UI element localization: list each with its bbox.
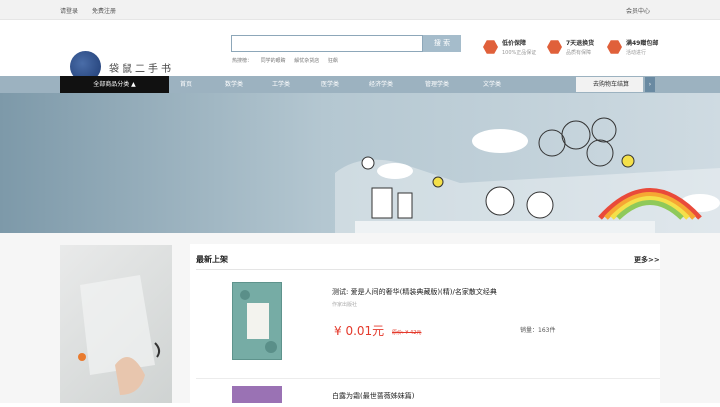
search-button[interactable]: 搜 索: [423, 35, 461, 52]
divider: [196, 378, 660, 379]
top-bar: 请登录 免费注册 会员中心: [0, 0, 720, 20]
promo-shipping: 满49赠包邮 活动进行: [607, 38, 658, 56]
nav-literature[interactable]: 文学类: [483, 76, 501, 93]
side-promo-image[interactable]: [60, 245, 172, 403]
side-promo-illustration: [78, 275, 161, 395]
register-link[interactable]: 免费注册: [92, 8, 116, 15]
main-nav: 全部商品分类 ▲ 首页 数学类 工学类 医学类 经济学类 管理学类 文学类 去购…: [0, 76, 720, 93]
product-title[interactable]: 白露为霜(最世蔷薇姊妹篇): [332, 391, 414, 401]
promo-desc: 活动进行: [626, 50, 647, 56]
return-icon: [547, 40, 562, 54]
caret-up-icon: ▲: [131, 81, 136, 88]
nav-economics[interactable]: 经济学类: [369, 76, 393, 93]
hot-search-item[interactable]: 解忧杂货店: [294, 58, 319, 64]
product-image[interactable]: [232, 282, 282, 360]
nav-home[interactable]: 首页: [180, 76, 192, 93]
all-categories-button[interactable]: 全部商品分类 ▲: [60, 76, 169, 93]
promo-title: 低价保障: [502, 40, 527, 47]
promo-desc: 100%正品保证: [502, 50, 537, 56]
divider: [196, 269, 660, 270]
banner-illustration: [335, 117, 720, 233]
promo-low-price: 低价保障 100%正品保证: [483, 38, 536, 56]
login-link[interactable]: 请登录: [60, 8, 78, 15]
product-price: ¥ 0.01元: [334, 324, 385, 338]
member-center-link[interactable]: 会员中心: [626, 6, 650, 15]
hot-search-item[interactable]: 狂飙: [328, 58, 338, 64]
shield-icon: [483, 40, 498, 54]
hot-search: 热搜榜： 同学的眼睛 解忧杂货店 狂飙: [232, 57, 345, 64]
hot-search-item[interactable]: 同学的眼睛: [261, 58, 286, 64]
section-title: 最新上架: [196, 255, 228, 264]
more-link[interactable]: 更多>>: [634, 255, 660, 265]
hot-search-label: 热搜榜：: [232, 58, 253, 64]
logo-text[interactable]: 袋鼠二手书: [109, 60, 174, 75]
product-title[interactable]: 测试: 爱是人间的奢华(精装典藏版)(精)/名家散文经典: [332, 287, 497, 297]
search-input[interactable]: [231, 35, 423, 52]
promo-return: 7天退换货 品质有保障: [547, 38, 594, 56]
product-publisher: 作家出版社: [332, 302, 358, 308]
product-image[interactable]: [232, 386, 282, 403]
promo-desc: 品质有保障: [566, 50, 592, 56]
book-cover-illustration: [240, 290, 277, 353]
all-categories-label: 全部商品分类: [93, 81, 130, 88]
nav-engineering[interactable]: 工学类: [272, 76, 290, 93]
product-old-price: 原价: ¥ 42元: [392, 330, 422, 336]
promo-title: 7天退换货: [566, 40, 595, 47]
nav-medicine[interactable]: 医学类: [321, 76, 339, 93]
chevron-right-icon[interactable]: ›: [645, 77, 655, 92]
cart-button[interactable]: 去购物车结算: [576, 77, 643, 92]
nav-math[interactable]: 数学类: [225, 76, 243, 93]
promo-title: 满49赠包邮: [626, 40, 659, 47]
product-sales: 销量：163件: [520, 327, 556, 334]
shipping-icon: [607, 40, 622, 54]
banner[interactable]: [0, 93, 720, 233]
nav-management[interactable]: 管理学类: [425, 76, 449, 93]
